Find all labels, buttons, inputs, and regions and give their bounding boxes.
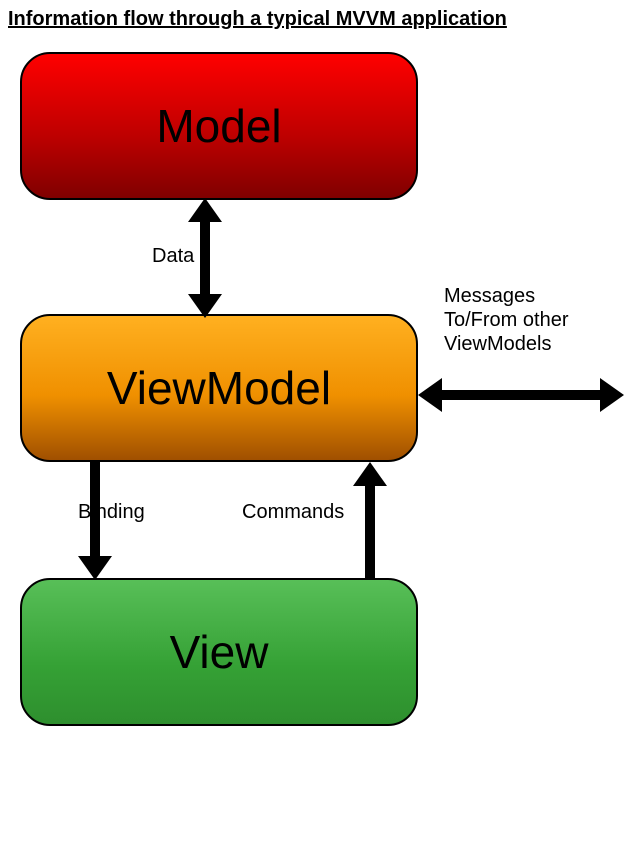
- model-box: Model: [20, 52, 418, 200]
- model-box-label: Model: [156, 99, 281, 153]
- label-messages-line2: To/From other: [444, 309, 568, 331]
- label-messages-line1: Messages: [444, 285, 535, 307]
- label-messages: Messages To/From other ViewModels: [444, 284, 568, 356]
- view-box: View: [20, 578, 418, 726]
- label-messages-line3: ViewModels: [444, 333, 551, 355]
- viewmodel-box-label: ViewModel: [107, 361, 331, 415]
- viewmodel-box: ViewModel: [20, 314, 418, 462]
- arrow-viewmodel-external: [418, 378, 624, 412]
- arrow-commands: [353, 462, 387, 580]
- label-data: Data: [152, 244, 194, 268]
- label-binding: Binding: [78, 500, 145, 524]
- view-box-label: View: [170, 625, 269, 679]
- label-commands: Commands: [242, 500, 344, 524]
- diagram-title: Information flow through a typical MVVM …: [8, 8, 507, 31]
- diagram-canvas: Information flow through a typical MVVM …: [0, 0, 640, 853]
